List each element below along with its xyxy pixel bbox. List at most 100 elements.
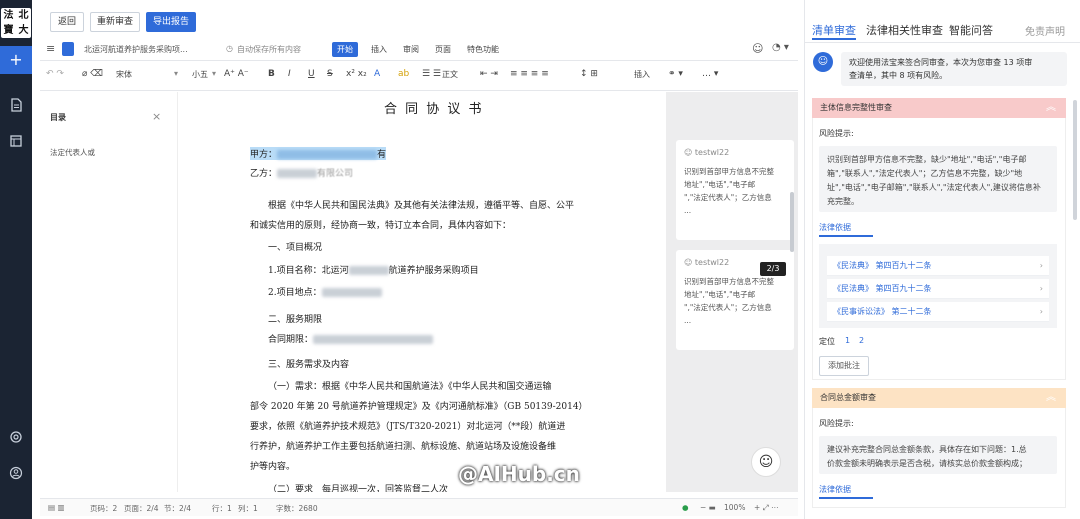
- logo-char: 北: [18, 10, 29, 21]
- law-item[interactable]: 《民事诉讼法》 第二十二条 ›: [827, 302, 1049, 322]
- strikethrough-icon[interactable]: S: [327, 69, 333, 79]
- law-link[interactable]: 《民法典》 第四百九十二条: [833, 284, 932, 293]
- font-family-select[interactable]: 宋体: [116, 69, 132, 80]
- legal-basis-underline: [819, 497, 873, 499]
- history-icon[interactable]: ◔ ▾: [772, 42, 789, 53]
- risk-box: 识别到首部甲方信息不完整，缺少"地址","电话","电子邮 箱","联系人","…: [819, 146, 1057, 212]
- tab-features[interactable]: 特色功能: [462, 42, 504, 57]
- section-title: 主体信息完整性审查: [820, 103, 892, 112]
- body-text: （二）要求 每月巡视一次，回答监督二人次: [268, 485, 449, 492]
- tab-checklist-review[interactable]: 清单审查: [812, 22, 856, 38]
- insert-menu[interactable]: 插入: [634, 69, 650, 80]
- export-report-button[interactable]: 导出报告: [146, 12, 196, 32]
- scrollbar[interactable]: [1073, 100, 1077, 220]
- term-label: 合同期限：: [268, 335, 314, 345]
- body-text: （一）需求：根据《中华人民共和国航道法》《中华人民共和国交通运输: [268, 382, 552, 392]
- comment-card[interactable]: ☺ testwl22 识别到首部甲方信息不完整 地址","电话","电子邮 ",…: [676, 140, 794, 240]
- doc-file-icon: [62, 42, 74, 56]
- law-item[interactable]: 《民法典》 第四百九十二条 ›: [827, 256, 1049, 276]
- locate-link-1[interactable]: 1: [845, 336, 850, 345]
- indent-icon[interactable]: ⇤ ⇥: [480, 69, 498, 79]
- line-spacing-icon[interactable]: ↕ ⊞: [580, 69, 598, 79]
- risk-text: 建议补充完整合同总金额条款，具体存在如下问题：1.总: [827, 445, 1027, 454]
- chevron-down-icon[interactable]: ▾: [212, 69, 216, 78]
- more-tools-icon[interactable]: … ▾: [702, 69, 718, 79]
- tab-start[interactable]: 开始: [332, 42, 358, 57]
- chevron-down-icon[interactable]: ▾: [174, 69, 178, 78]
- undo-icon[interactable]: ↶ ↷: [46, 69, 64, 79]
- comment-text: 地址","电话","电子邮: [684, 180, 756, 189]
- collapse-icon[interactable]: ︽: [1046, 388, 1056, 408]
- project-name-text: 航道养护服务采购项目: [388, 266, 479, 276]
- status-section: 节：2/4: [164, 504, 192, 513]
- comment-page-badge[interactable]: 2/3: [760, 262, 786, 276]
- tab-page[interactable]: 页面: [430, 42, 456, 57]
- template-icon[interactable]: [9, 134, 23, 148]
- zoom-in-icon[interactable]: + ⤢ ⋯: [754, 503, 779, 513]
- user-icon[interactable]: [9, 466, 23, 480]
- redacted-block: [321, 288, 382, 297]
- party-a-line[interactable]: 甲方： 有: [250, 147, 387, 160]
- body-text: 护等内容。: [250, 462, 296, 472]
- toc-item[interactable]: 法定代表人或: [50, 147, 95, 158]
- logo-char: 寶: [3, 25, 14, 36]
- legal-basis-label: 法律依据: [819, 485, 851, 494]
- bold-icon[interactable]: B: [268, 69, 275, 79]
- assistant-avatar-icon[interactable]: ☺: [751, 447, 781, 477]
- chevron-right-icon: ›: [1039, 261, 1043, 270]
- link-icon[interactable]: ⚭ ▾: [668, 69, 683, 79]
- collapse-icon[interactable]: ︽: [1046, 98, 1056, 118]
- italic-icon[interactable]: I: [288, 69, 291, 79]
- page-view-icon[interactable]: ▤ ▥: [48, 503, 65, 512]
- recheck-button[interactable]: 重新审查: [90, 12, 140, 32]
- locate-link-2[interactable]: 2: [859, 336, 864, 345]
- doc-title: 北运河航道养护服务采购项...: [84, 45, 188, 54]
- new-review-button[interactable]: +: [0, 46, 32, 74]
- law-link[interactable]: 《民事诉讼法》 第二十二条: [833, 307, 932, 316]
- back-button[interactable]: 返回: [50, 12, 84, 32]
- law-item[interactable]: 《民法典》 第四百九十二条 ›: [827, 279, 1049, 299]
- underline-icon[interactable]: U: [308, 69, 315, 79]
- superscript-icon[interactable]: x² x₂: [346, 69, 367, 79]
- font-size-select[interactable]: 小五: [192, 69, 208, 80]
- redacted-block: [277, 150, 378, 159]
- menu-icon[interactable]: ≡: [46, 42, 55, 55]
- risk-text: 价款金额未明确表示是否含税，请核实总价款金额构成；: [827, 459, 1027, 468]
- add-comment-button[interactable]: 添加批注: [819, 356, 869, 376]
- sync-icon[interactable]: ●: [682, 503, 689, 512]
- zoom-level[interactable]: 100%: [724, 503, 745, 512]
- list-icon[interactable]: ☰ ☰: [422, 69, 441, 79]
- party-b-line: 乙方： 有限公司: [250, 166, 353, 179]
- format-painter-icon[interactable]: ⌀ ⌫: [82, 69, 103, 79]
- format-toolbar: ↶ ↷ ⌀ ⌫ 宋体 ▾ 小五 ▾ A⁺ A⁻ B I U S x² x₂ A …: [40, 63, 798, 91]
- font-grow-icon[interactable]: A⁺ A⁻: [224, 69, 249, 79]
- highlight-icon[interactable]: ab: [398, 69, 409, 79]
- legal-basis-label: 法律依据: [819, 223, 851, 232]
- document-icon[interactable]: [9, 98, 23, 112]
- close-icon[interactable]: ×: [152, 110, 161, 123]
- tab-review[interactable]: 审阅: [398, 42, 424, 57]
- settings-icon[interactable]: [9, 430, 23, 444]
- bot-avatar-icon: ☺: [813, 52, 833, 72]
- zoom-out-icon[interactable]: − ▬: [700, 503, 716, 512]
- tab-insert[interactable]: 插入: [366, 42, 392, 57]
- welcome-text: 欢迎使用法宝来签合同审查，本次为您审查 13 项审: [849, 58, 1033, 67]
- watermark: @AIHub.cn: [458, 462, 580, 486]
- chevron-right-icon: ›: [1039, 307, 1043, 316]
- tab-legal-relevance[interactable]: 法律相关性审查: [866, 22, 943, 38]
- paragraph-style-select[interactable]: 正文: [442, 69, 458, 80]
- law-link[interactable]: 《民法典》 第四百九十二条: [833, 261, 932, 270]
- redacted-block: [277, 169, 318, 178]
- comment-more: ...: [684, 316, 692, 325]
- section-header-entity-info[interactable]: 主体信息完整性审查 ︽: [812, 98, 1066, 118]
- align-icons[interactable]: ≡ ≡ ≡ ≡: [510, 69, 549, 79]
- party-b-label: 乙方：: [250, 169, 278, 179]
- tab-smart-qa[interactable]: 智能问答: [949, 22, 993, 38]
- scrollbar[interactable]: [790, 192, 794, 252]
- assistant-icon[interactable]: ☺: [752, 42, 763, 55]
- disclaimer-link[interactable]: 免责声明: [1025, 23, 1065, 38]
- section-header-total-amount[interactable]: 合同总金额审查 ︽: [812, 388, 1066, 408]
- font-color-icon[interactable]: A: [374, 69, 380, 79]
- party-a-tail: 有: [377, 150, 387, 160]
- active-tab-indicator: [812, 38, 856, 40]
